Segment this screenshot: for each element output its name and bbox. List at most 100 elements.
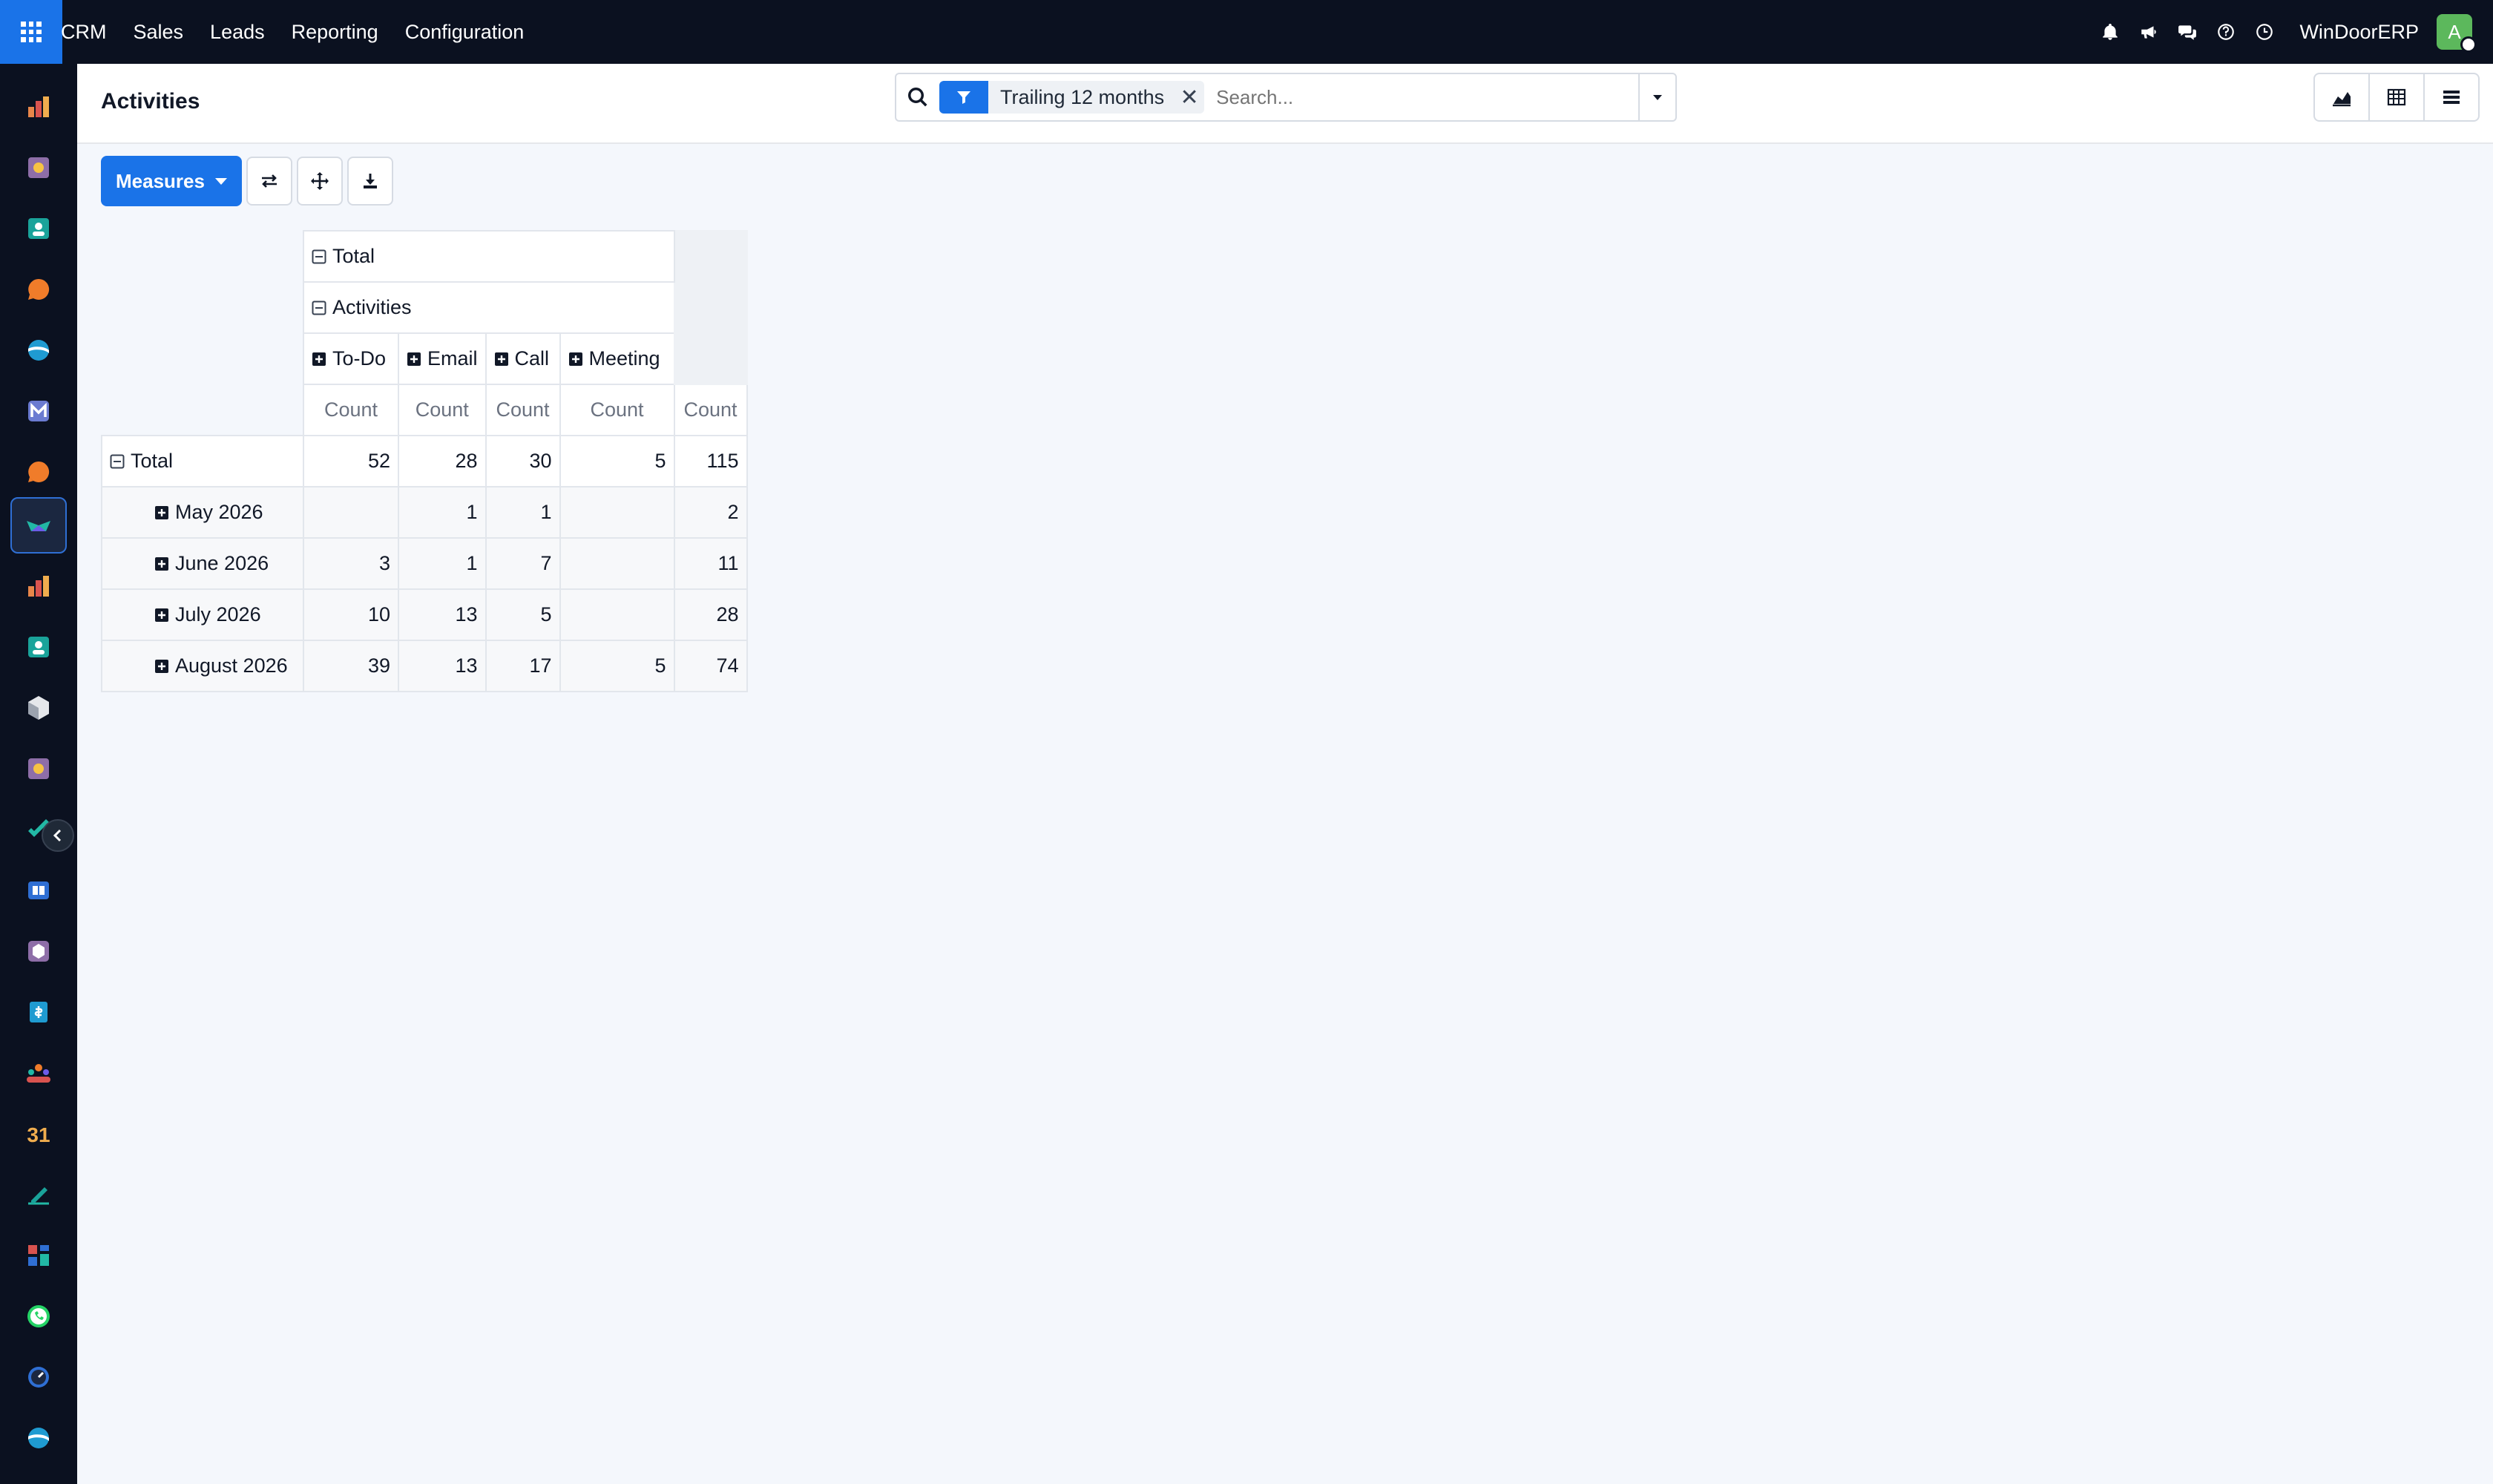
- table-cell[interactable]: 28: [673, 588, 748, 641]
- crm-app-icon[interactable]: [10, 497, 67, 554]
- bell-icon[interactable]: [2101, 22, 2120, 42]
- grid-icon: [21, 22, 42, 42]
- timer-app-icon[interactable]: [10, 1349, 67, 1405]
- menu-item-reporting[interactable]: Reporting: [292, 21, 378, 44]
- measure-header[interactable]: Count: [398, 384, 487, 436]
- table-cell[interactable]: [559, 588, 675, 641]
- table-cell[interactable]: 1: [485, 486, 561, 539]
- row-header[interactable]: July 2026: [101, 588, 304, 641]
- search-input[interactable]: [1216, 79, 1638, 116]
- col-header-call[interactable]: Call: [485, 332, 561, 385]
- table-cell[interactable]: 5: [485, 588, 561, 641]
- arrows-expand-icon: [310, 172, 329, 190]
- measures-button[interactable]: Measures: [101, 156, 242, 206]
- measure-header[interactable]: Count: [485, 384, 561, 436]
- sign-app-icon[interactable]: [10, 1166, 67, 1223]
- table-cell[interactable]: 11: [673, 537, 748, 590]
- table-cell[interactable]: 10: [303, 588, 399, 641]
- row-header-total[interactable]: Total: [101, 435, 304, 487]
- discuss-app-icon[interactable]: [10, 261, 67, 318]
- row-header[interactable]: August 2026: [101, 640, 304, 692]
- table-cell[interactable]: [559, 486, 675, 539]
- table-cell[interactable]: 2: [673, 486, 748, 539]
- menu-item-crm[interactable]: CRM: [61, 21, 107, 44]
- email-marketing-app-icon[interactable]: [10, 383, 67, 439]
- menu-item-sales[interactable]: Sales: [134, 21, 184, 44]
- help-icon[interactable]: [2216, 22, 2236, 42]
- documents-app-icon[interactable]: [10, 139, 67, 196]
- col-header-todo[interactable]: To-Do: [303, 332, 399, 385]
- invoicing-app-icon[interactable]: [10, 984, 67, 1040]
- list-view-button[interactable]: [2423, 73, 2480, 122]
- col-header-email[interactable]: Email: [398, 332, 487, 385]
- elearning-app-icon[interactable]: [10, 862, 67, 919]
- col-header-activities[interactable]: Activities: [303, 281, 675, 334]
- caret-down-icon: [214, 177, 227, 185]
- clock-icon[interactable]: [2255, 22, 2274, 42]
- contacts-app-icon[interactable]: [10, 200, 67, 257]
- table-cell[interactable]: 17: [485, 640, 561, 692]
- app-menu-button[interactable]: [0, 0, 62, 64]
- measure-header[interactable]: Count: [559, 384, 675, 436]
- whatsapp-app-icon[interactable]: [10, 1288, 67, 1345]
- table-cell[interactable]: 39: [303, 640, 399, 692]
- table-cell[interactable]: 5: [559, 435, 675, 487]
- employees-app-icon[interactable]: [10, 619, 67, 675]
- chat-icon[interactable]: [2178, 22, 2197, 42]
- col-header-todo-label: To-Do: [332, 347, 387, 370]
- search-icon[interactable]: [896, 74, 939, 120]
- table-cell[interactable]: [303, 486, 399, 539]
- table-cell[interactable]: 1: [398, 537, 487, 590]
- graph-view-button[interactable]: [2313, 73, 2370, 122]
- table-cell[interactable]: 13: [398, 588, 487, 641]
- pivot-table: Total Activities To-Do Email Call Meetin…: [101, 230, 748, 692]
- col-header-meeting[interactable]: Meeting: [559, 332, 675, 385]
- table-cell[interactable]: [559, 537, 675, 590]
- table-cell[interactable]: 115: [673, 435, 748, 487]
- expand-icon: [154, 605, 169, 622]
- company-switcher[interactable]: WinDoorERP: [2299, 21, 2419, 44]
- megaphone-icon[interactable]: [2139, 22, 2158, 42]
- menu-item-configuration[interactable]: Configuration: [405, 21, 525, 44]
- calendar-app-icon[interactable]: 31: [10, 1106, 67, 1162]
- collapse-sidebar-button[interactable]: [42, 819, 74, 852]
- table-cell[interactable]: 74: [673, 640, 748, 692]
- odoo-app-icon[interactable]: [10, 1410, 67, 1466]
- table-cell[interactable]: 1: [398, 486, 487, 539]
- table-cell[interactable]: 7: [485, 537, 561, 590]
- measure-header[interactable]: Count: [673, 384, 748, 436]
- flip-axis-button[interactable]: [246, 157, 292, 206]
- expand-icon: [312, 349, 326, 366]
- download-xlsx-button[interactable]: [346, 157, 393, 206]
- team-app-icon[interactable]: [10, 1045, 67, 1101]
- manufacturing-app-icon[interactable]: [10, 923, 67, 979]
- presence-status-icon: [2460, 36, 2477, 53]
- live-chat-app-icon[interactable]: [10, 444, 67, 500]
- table-cell[interactable]: 3: [303, 537, 399, 590]
- table-cell[interactable]: 5: [559, 640, 675, 692]
- col-header-total[interactable]: Total: [303, 230, 675, 283]
- sales-app-icon[interactable]: [10, 558, 67, 614]
- knowledge-app-icon[interactable]: [10, 741, 67, 797]
- row-header[interactable]: May 2026: [101, 486, 304, 539]
- user-avatar[interactable]: A: [2437, 14, 2477, 53]
- row-header[interactable]: June 2026: [101, 537, 304, 590]
- pivot-view-button[interactable]: [2368, 73, 2425, 122]
- dashboards-app-icon[interactable]: [10, 1227, 67, 1284]
- area-chart-icon: [2333, 92, 2351, 107]
- reporting-app-icon[interactable]: [10, 79, 67, 135]
- table-cell[interactable]: 28: [398, 435, 487, 487]
- table-cell[interactable]: 13: [398, 640, 487, 692]
- menu-item-leads[interactable]: Leads: [210, 21, 265, 44]
- measure-header[interactable]: Count: [303, 384, 399, 436]
- collapse-icon: [312, 246, 326, 264]
- table-cell[interactable]: 30: [485, 435, 561, 487]
- remove-facet-button[interactable]: ✕: [1175, 81, 1204, 114]
- calendar-day: 31: [27, 1123, 50, 1146]
- search-options-toggle[interactable]: [1638, 74, 1675, 120]
- inventory-app-icon[interactable]: [10, 680, 67, 736]
- chevron-left-icon: [53, 829, 62, 842]
- table-cell[interactable]: 52: [303, 435, 399, 487]
- website-app-icon[interactable]: [10, 322, 67, 378]
- expand-all-button[interactable]: [296, 157, 343, 206]
